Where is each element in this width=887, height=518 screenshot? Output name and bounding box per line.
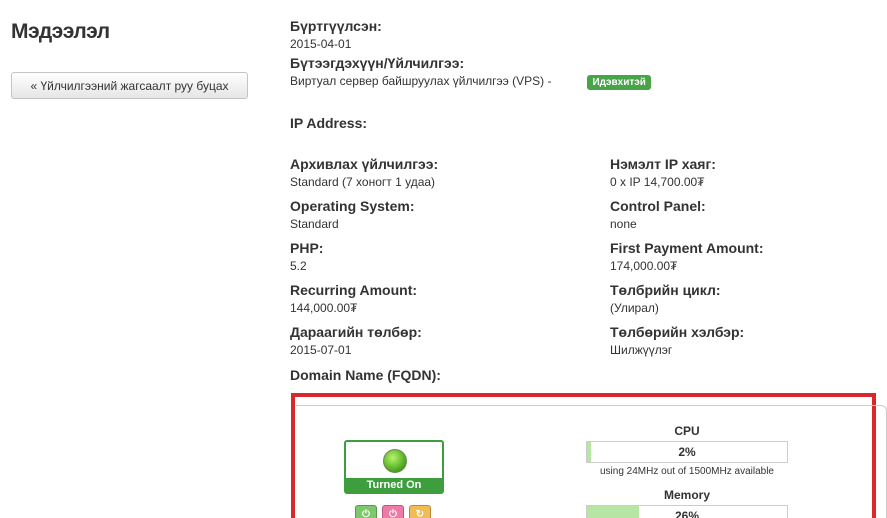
cpu-usage-bar: 2% — [586, 441, 788, 463]
extra-ip-value: 0 x IP 14,700.00₮ — [610, 175, 705, 189]
first-payment-label: First Payment Amount: — [610, 240, 764, 256]
payment-method-value: Шилжүүлэг — [610, 343, 673, 357]
backup-value: Standard (7 хоногт 1 удаа) — [290, 175, 436, 189]
backup-field: Архивлах үйлчилгээ: Standard (7 хоногт 1… — [290, 156, 438, 190]
registered-value: 2015-04-01 — [290, 37, 352, 51]
os-field: Operating System: Standard — [290, 198, 414, 232]
payment-method-label: Төлбөрийн хэлбэр: — [610, 324, 745, 340]
first-payment-field: First Payment Amount: 174,000.00₮ — [610, 240, 764, 274]
memory-title: Memory — [663, 488, 710, 502]
memory-usage-bar: 26% — [586, 505, 788, 518]
domain-label: Domain Name (FQDN): — [290, 367, 441, 383]
extra-ip-field: Нэмэлт IP хаяг: 0 x IP 14,700.00₮ — [610, 156, 716, 190]
recurring-value: 144,000.00₮ — [290, 301, 358, 315]
recurring-label: Recurring Amount: — [290, 282, 418, 298]
registered-field: Бүртгүүлсэн: 2015-04-01 — [290, 18, 382, 52]
control-panel-label: Control Panel: — [610, 198, 706, 214]
php-field: PHP: 5.2 — [290, 240, 323, 274]
power-on-icon: ⏻ — [362, 508, 370, 518]
power-off-button[interactable]: ⏻ — [382, 505, 404, 518]
php-label: PHP: — [290, 240, 324, 256]
product-label: Бүтээгдэхүүн/Үйлчилгээ: — [290, 55, 465, 71]
backup-label: Архивлах үйлчилгээ: — [290, 156, 439, 172]
control-panel-field: Control Panel: none — [610, 198, 706, 232]
billing-cycle-field: Төлбрийн цикл: (Улирал) — [610, 282, 721, 316]
power-on-button[interactable]: ⏻ — [355, 505, 377, 518]
page-title: Мэдээлэл — [11, 20, 110, 43]
status-light-icon — [383, 449, 407, 473]
next-due-field: Дараагийн төлбөр: 2015-07-01 — [290, 324, 422, 358]
status-label: Turned On — [346, 478, 442, 492]
power-off-icon: ⏻ — [389, 508, 397, 518]
os-value: Standard — [290, 217, 339, 231]
billing-cycle-label: Төлбрийн цикл: — [610, 282, 721, 298]
product-field: Бүтээгдэхүүн/Үйлчилгээ: Виртуал сервер б… — [290, 55, 651, 90]
os-label: Operating System: — [290, 198, 415, 214]
cpu-usage-note: using 24MHz out of 1500MHz available — [600, 466, 774, 477]
memory-usage-percent: 26% — [674, 509, 700, 518]
cpu-usage-percent: 2% — [678, 445, 696, 459]
php-value: 5.2 — [290, 259, 307, 273]
reboot-icon: ↻ — [415, 508, 425, 518]
next-due-label: Дараагийн төлбөр: — [290, 324, 422, 340]
product-value-row: Виртуал сервер байшруулах үйлчилгээ (VPS… — [290, 73, 651, 90]
control-panel-value: none — [610, 217, 637, 231]
first-payment-value: 174,000.00₮ — [610, 259, 678, 273]
status-badge: Идэвхитэй — [587, 75, 651, 90]
vps-status-box: Turned On — [344, 440, 444, 494]
registered-label: Бүртгүүлсэн: — [290, 18, 382, 34]
next-due-value: 2015-07-01 — [290, 343, 352, 357]
reboot-button[interactable]: ↻ — [409, 505, 431, 518]
back-to-services-button[interactable]: « Үйлчилгээний жагсаалт руу буцах — [11, 72, 248, 99]
payment-method-field: Төлбөрийн хэлбэр: Шилжүүлэг — [610, 324, 744, 358]
cpu-title: CPU — [674, 424, 700, 438]
billing-cycle-value: (Улирал) — [610, 301, 659, 315]
recurring-field: Recurring Amount: 144,000.00₮ — [290, 282, 417, 316]
product-value: Виртуал сервер байшруулах үйлчилгээ (VPS… — [290, 74, 552, 88]
domain-field: Domain Name (FQDN): — [290, 367, 441, 384]
ip-label: IP Address: — [290, 115, 368, 131]
extra-ip-label: Нэмэлт IP хаяг: — [610, 156, 716, 172]
ip-field: IP Address: — [290, 115, 367, 132]
